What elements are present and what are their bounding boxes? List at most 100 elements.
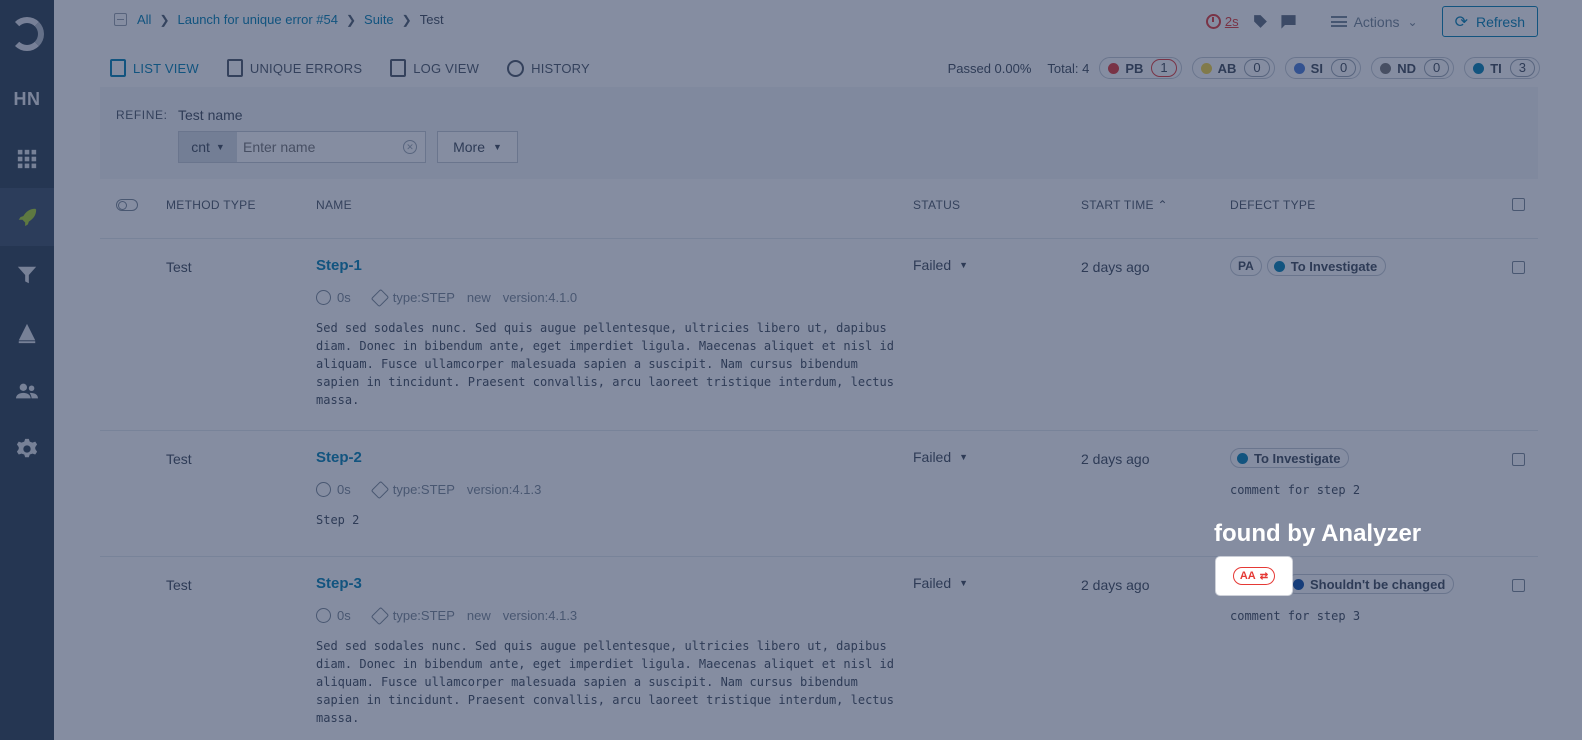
defect-dot-icon xyxy=(1237,452,1248,464)
attribute[interactable]: type:STEP xyxy=(393,608,455,623)
defect-label: To Investigate xyxy=(1254,450,1341,466)
status-dropdown[interactable]: Failed ▼ xyxy=(913,449,968,465)
clock-icon xyxy=(316,608,331,623)
tab-label: LOG VIEW xyxy=(413,60,480,76)
chevron-right-icon: ❯ xyxy=(159,12,170,27)
column-method-type[interactable]: METHOD TYPE xyxy=(166,198,256,212)
app-logo[interactable] xyxy=(0,0,54,68)
defect-type-tag[interactable]: To Investigate xyxy=(1230,448,1350,468)
tab-log-view[interactable]: LOG VIEW xyxy=(390,59,479,77)
start-time: 2 days ago xyxy=(1081,577,1150,593)
status-dropdown[interactable]: Failed ▼ xyxy=(913,575,968,591)
defect-type-tag[interactable]: Shouldn't be changed xyxy=(1286,574,1455,594)
row-checkbox[interactable] xyxy=(1512,579,1525,592)
pb-dot-icon xyxy=(1108,62,1120,74)
project-selector[interactable]: HN xyxy=(0,68,54,130)
members-icon[interactable] xyxy=(0,362,54,420)
defect-type-tag[interactable]: To Investigate xyxy=(1266,256,1387,276)
item-description: Sed sed sodales nunc. Sed quis augue pel… xyxy=(316,321,894,407)
chevron-down-icon: ⌄ xyxy=(1407,14,1418,29)
item-name-link[interactable]: Step-3 xyxy=(316,575,362,592)
attribute[interactable]: new xyxy=(467,608,491,623)
chevron-right-icon: ❯ xyxy=(345,12,357,27)
duration: 0s xyxy=(337,290,351,305)
ti-dot-icon xyxy=(1473,62,1485,74)
tour-spotlight: AA ⇄ xyxy=(1216,557,1292,595)
caret-down-icon: ▼ xyxy=(959,260,969,270)
filter-name-label: Test name xyxy=(178,107,243,123)
tab-unique-errors[interactable]: UNIQUE ERRORS xyxy=(226,59,362,77)
tag-icon[interactable] xyxy=(1251,12,1271,32)
defect-chip-pb[interactable]: PB 1 xyxy=(1099,57,1182,79)
defect-chip-ab[interactable]: AB 0 xyxy=(1191,57,1275,79)
condition-select[interactable]: cnt ▼ xyxy=(179,132,237,162)
breadcrumb-suite[interactable]: Suite xyxy=(364,12,394,27)
collapse-breadcrumb-icon[interactable] xyxy=(114,13,127,26)
duration: 0s xyxy=(337,482,351,497)
attribute[interactable]: version:4.1.3 xyxy=(467,482,541,497)
chip-count: 1 xyxy=(1151,59,1177,77)
table-header: METHOD TYPE NAME STATUS START TIME ⌃ DEF… xyxy=(100,190,1538,220)
header-actions: 2s Actions ⌄ ⟳ Refresh xyxy=(1205,6,1538,37)
attribute[interactable]: type:STEP xyxy=(393,482,455,497)
unique-errors-icon xyxy=(226,59,243,77)
defect-chip-nd[interactable]: ND 0 xyxy=(1371,57,1455,79)
more-filters-button[interactable]: More ▼ xyxy=(437,131,518,163)
caret-down-icon: ▼ xyxy=(492,142,502,152)
attribute[interactable]: version:4.1.0 xyxy=(503,290,577,305)
column-status[interactable]: STATUS xyxy=(913,198,960,212)
comment-icon[interactable] xyxy=(1279,12,1299,32)
refine-label: REFINE: xyxy=(116,108,168,122)
breadcrumb-all[interactable]: All xyxy=(137,12,151,27)
ab-dot-icon xyxy=(1200,62,1212,74)
status-dropdown[interactable]: Failed ▼ xyxy=(913,257,968,273)
item-name-link[interactable]: Step-1 xyxy=(316,257,362,274)
caret-down-icon: ▼ xyxy=(215,142,225,152)
defect-type: To Investigate xyxy=(1230,448,1350,468)
attribute[interactable]: version:4.1.3 xyxy=(503,608,577,623)
chip-count: 0 xyxy=(1244,59,1270,77)
method-type: Test xyxy=(166,451,192,467)
column-start-time[interactable]: START TIME ⌃ xyxy=(1081,198,1168,212)
breadcrumb: All ❯ Launch for unique error #54 ❯ Suit… xyxy=(114,12,444,27)
column-name[interactable]: NAME xyxy=(316,198,352,212)
duration: 0s xyxy=(337,608,351,623)
auto-analyzed-badge[interactable]: AA ⇄ xyxy=(1232,567,1276,585)
breadcrumb-launch[interactable]: Launch for unique error #54 xyxy=(178,12,338,27)
item-description: Sed sed sodales nunc. Sed quis augue pel… xyxy=(316,639,894,725)
clear-icon[interactable]: ✕ xyxy=(403,140,417,154)
defect-chip-si[interactable]: SI 0 xyxy=(1284,57,1362,79)
defect-chip-ti[interactable]: TI 3 xyxy=(1464,57,1540,79)
row-checkbox[interactable] xyxy=(1512,453,1525,466)
settings-gear-icon[interactable] xyxy=(0,420,54,478)
launches-rocket-icon[interactable] xyxy=(0,188,54,246)
pattern-analysis-badge[interactable]: PA xyxy=(1230,256,1262,276)
actions-label: Actions xyxy=(1353,13,1400,30)
toggle-icon[interactable] xyxy=(116,199,138,211)
refresh-button[interactable]: ⟳ Refresh xyxy=(1441,6,1538,37)
attribute[interactable]: new xyxy=(467,290,491,305)
filter-icon[interactable] xyxy=(0,246,54,304)
defect-comment: comment for step 2 xyxy=(1230,483,1361,497)
tab-list-view[interactable]: LIST VIEW xyxy=(110,59,199,77)
nd-dot-icon xyxy=(1380,62,1392,74)
caret-down-icon: ▼ xyxy=(959,452,969,462)
condition-value: cnt xyxy=(191,139,210,155)
name-filter: cnt ▼ ✕ xyxy=(178,131,426,163)
breadcrumb-current: Test xyxy=(419,12,444,27)
main-content: All ❯ Launch for unique error #54 ❯ Suit… xyxy=(54,0,1582,740)
chip-count: 0 xyxy=(1423,59,1450,77)
debug-icon[interactable] xyxy=(0,304,54,362)
dashboard-icon[interactable] xyxy=(0,130,54,188)
name-filter-input[interactable] xyxy=(237,133,397,161)
row-checkbox[interactable] xyxy=(1512,261,1525,274)
select-all-checkbox[interactable] xyxy=(1512,198,1525,211)
attribute[interactable]: type:STEP xyxy=(393,290,455,305)
actions-dropdown[interactable]: Actions ⌄ xyxy=(1330,13,1418,30)
duration-timer[interactable]: 2s xyxy=(1205,14,1239,29)
column-defect-type[interactable]: DEFECT TYPE xyxy=(1230,198,1316,212)
tag-icon xyxy=(370,480,389,499)
tab-history[interactable]: HISTORY xyxy=(507,59,590,77)
item-name-link[interactable]: Step-2 xyxy=(316,449,362,466)
defect-comment: comment for step 3 xyxy=(1230,609,1361,623)
